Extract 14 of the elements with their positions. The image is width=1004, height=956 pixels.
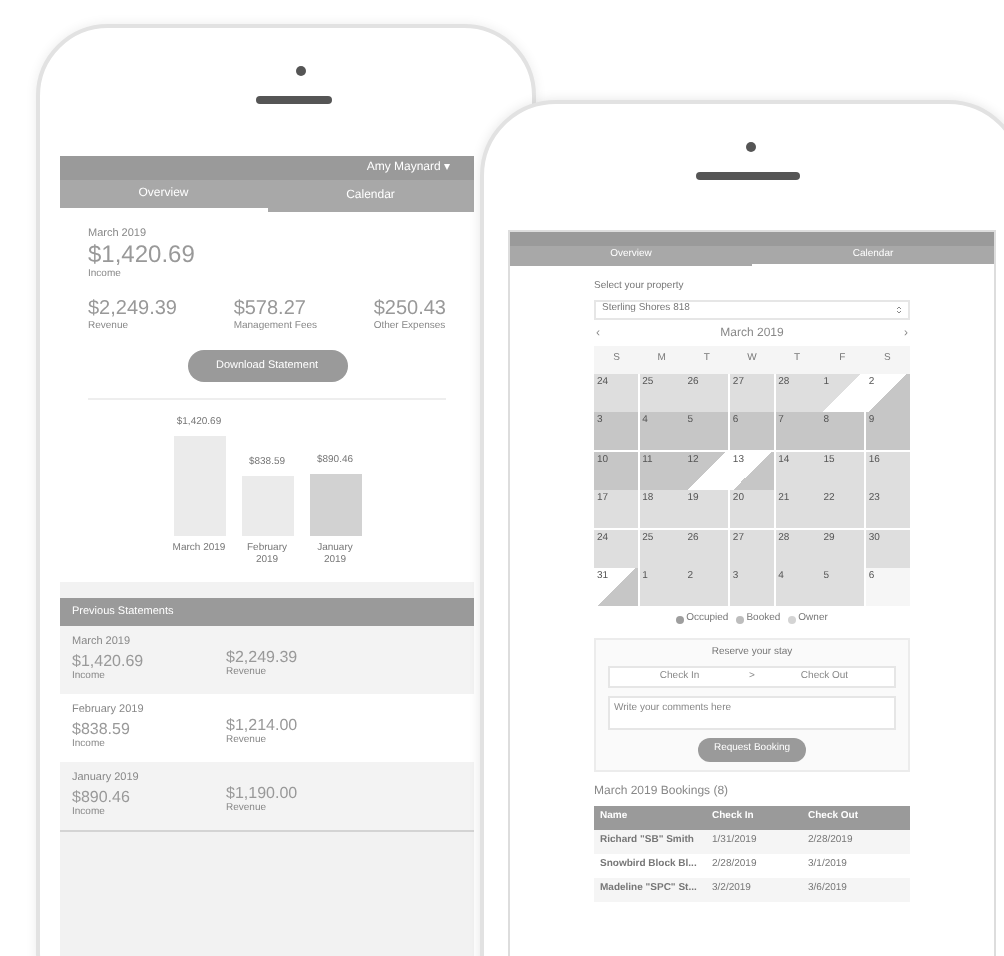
income-bar (309, 474, 361, 537)
income-amount: $1,420.69 (88, 242, 197, 269)
speaker-grille-icon (696, 172, 800, 180)
statement-revenue: $2,249.39 (226, 648, 298, 667)
statement-income: $1,420.69 (72, 651, 146, 669)
chevron-icon (896, 305, 902, 313)
stat-amount: $250.43 (373, 297, 446, 320)
statement-revenue: $1,190.00 (226, 784, 298, 803)
stat-amount: $2,249.39 (88, 297, 177, 320)
statement-income: $838.59 (72, 719, 132, 737)
statement-income: $890.46 (72, 787, 132, 805)
speaker-grille-icon (256, 96, 332, 104)
statement-revenue: $1,214.00 (226, 716, 298, 735)
stat-amount: $578.27 (233, 297, 308, 320)
